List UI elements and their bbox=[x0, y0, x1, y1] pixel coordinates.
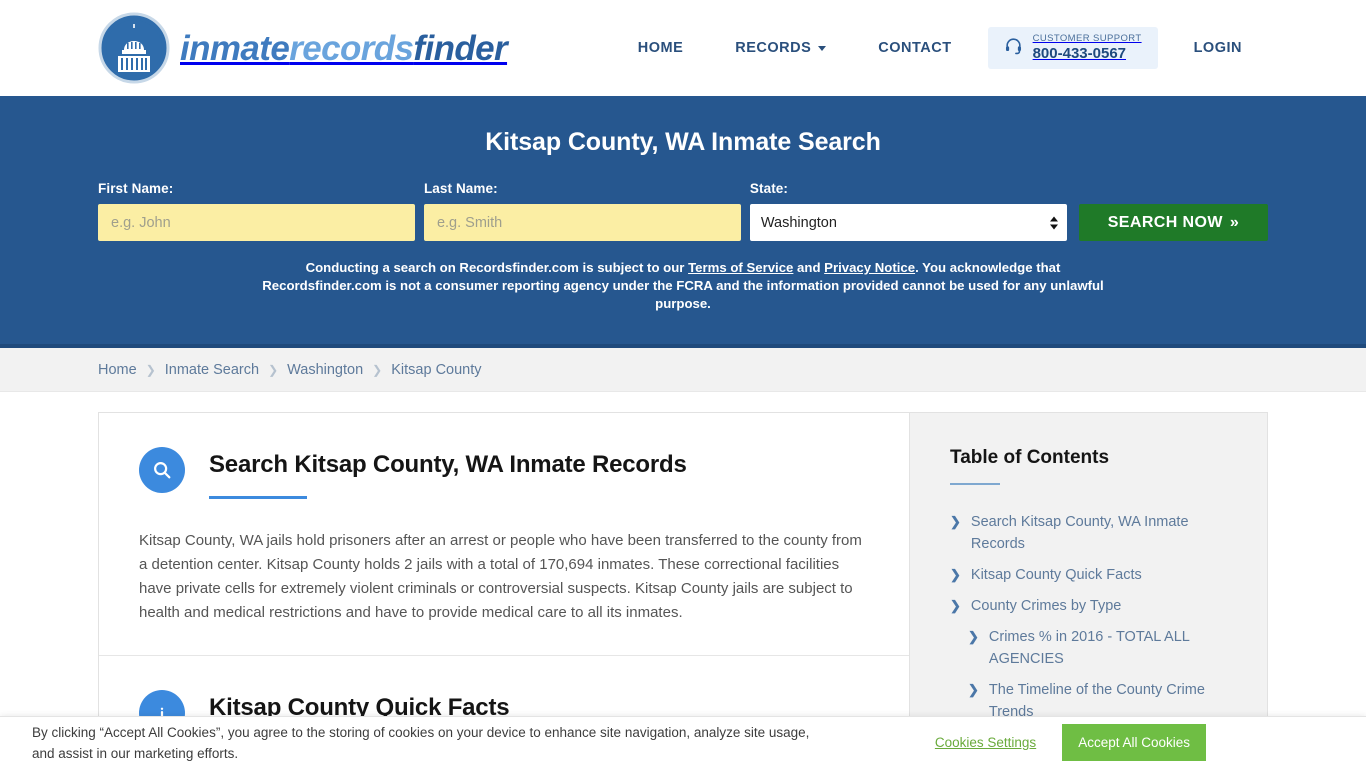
state-label: State: bbox=[749, 181, 789, 196]
site-header: inmaterecordsfinder HOME RECORDS CONTACT bbox=[0, 0, 1366, 96]
breadcrumb: Home ❯ Inmate Search ❯ Washington ❯ Kits… bbox=[0, 348, 1366, 392]
nav-records-label: RECORDS bbox=[735, 39, 812, 56]
headset-icon bbox=[1004, 36, 1023, 60]
table-of-contents: Table of Contents ❯ Search Kitsap County… bbox=[909, 412, 1268, 768]
chevron-right-icon: ❯ bbox=[268, 362, 279, 377]
chevron-down-icon bbox=[818, 46, 827, 52]
inmate-search-form: First Name: Last Name: State: Washington bbox=[98, 181, 1268, 241]
search-banner: Kitsap County, WA Inmate Search First Na… bbox=[0, 96, 1366, 348]
search-button-label: SEARCH NOW bbox=[1107, 213, 1223, 231]
toc-link[interactable]: Kitsap County Quick Facts bbox=[971, 564, 1142, 586]
first-name-input[interactable] bbox=[98, 204, 415, 241]
section-body-text: Kitsap County, WA jails hold prisoners a… bbox=[139, 531, 862, 621]
toc-title: Table of Contents bbox=[950, 447, 1110, 468]
terms-of-service-link[interactable]: Terms of Service bbox=[688, 260, 793, 275]
breadcrumb-item-inmate-search[interactable]: Inmate Search bbox=[165, 362, 259, 378]
page-title: Kitsap County, WA Inmate Search bbox=[485, 128, 881, 156]
toc-link[interactable]: Search Kitsap County, WA Inmate Records bbox=[971, 511, 1241, 555]
toc-item[interactable]: ❯ County Crimes by Type bbox=[950, 595, 1241, 617]
section-search-records: Search Kitsap County, WA Inmate Records … bbox=[99, 413, 909, 655]
nav-item-home[interactable]: HOME bbox=[612, 40, 710, 56]
first-name-field-group: First Name: bbox=[98, 181, 415, 241]
brand-wordmark: inmaterecordsfinder bbox=[180, 28, 508, 68]
toc-link[interactable]: County Crimes by Type bbox=[971, 595, 1121, 617]
chevron-right-icon: ❯ bbox=[372, 362, 383, 377]
nav-contact-label: CONTACT bbox=[878, 39, 952, 56]
double-chevron-right-icon: » bbox=[1229, 213, 1240, 231]
last-name-label: Last Name: bbox=[423, 181, 498, 196]
breadcrumb-item-washington[interactable]: Washington bbox=[287, 362, 363, 378]
main-content: Search Kitsap County, WA Inmate Records … bbox=[0, 412, 1366, 768]
toc-link[interactable]: Crimes % in 2016 - TOTAL ALL AGENCIES bbox=[989, 626, 1241, 670]
toc-underline bbox=[950, 483, 1000, 485]
support-label: CUSTOMER SUPPORT bbox=[1032, 32, 1142, 44]
privacy-notice-link[interactable]: Privacy Notice bbox=[824, 260, 915, 275]
nav-item-contact[interactable]: CONTACT bbox=[852, 40, 977, 56]
accept-all-cookies-button[interactable]: Accept All Cookies bbox=[1062, 724, 1206, 761]
nav-item-login[interactable]: LOGIN bbox=[1168, 40, 1268, 56]
chevron-right-icon: ❯ bbox=[968, 629, 979, 644]
toc-item[interactable]: ❯ Crimes % in 2016 - TOTAL ALL AGENCIES bbox=[950, 626, 1241, 670]
chevron-right-icon: ❯ bbox=[950, 567, 961, 582]
nav-login-label: LOGIN bbox=[1193, 39, 1242, 56]
chevron-right-icon: ❯ bbox=[968, 682, 979, 697]
magnifier-icon bbox=[139, 447, 185, 493]
breadcrumb-item-kitsap-county: Kitsap County bbox=[391, 361, 482, 378]
toc-item[interactable]: ❯ Kitsap County Quick Facts bbox=[950, 564, 1241, 586]
brand-logo[interactable]: inmaterecordsfinder bbox=[98, 12, 508, 84]
heading-underline bbox=[209, 495, 307, 499]
last-name-input[interactable] bbox=[423, 204, 741, 241]
page-root: inmaterecordsfinder HOME RECORDS CONTACT bbox=[0, 0, 1366, 768]
cookies-settings-button[interactable]: Cookies Settings bbox=[935, 735, 1036, 750]
disclaimer-pre: Conducting a search on Recordsfinder.com… bbox=[305, 260, 689, 275]
customer-support-button[interactable]: CUSTOMER SUPPORT 800-433-0567 bbox=[987, 26, 1158, 70]
toc-item[interactable]: ❯ Search Kitsap County, WA Inmate Record… bbox=[950, 511, 1241, 555]
section-heading: Search Kitsap County, WA Inmate Records bbox=[209, 451, 687, 478]
chevron-right-icon: ❯ bbox=[950, 598, 961, 613]
state-field-group: State: Washington bbox=[749, 181, 1067, 241]
chevron-right-icon: ❯ bbox=[145, 362, 156, 377]
brand-part-1: inmate bbox=[180, 28, 290, 68]
brand-part-3: finder bbox=[413, 28, 508, 68]
first-name-label: First Name: bbox=[98, 181, 174, 196]
state-select[interactable]: Washington bbox=[749, 204, 1067, 241]
cookie-message: By clicking “Accept All Cookies”, you ag… bbox=[32, 724, 810, 761]
support-phone: 800-433-0567 bbox=[1032, 44, 1127, 62]
search-now-button[interactable]: SEARCH NOW » bbox=[1078, 204, 1268, 241]
brand-part-2: records bbox=[289, 28, 414, 68]
last-name-field-group: Last Name: bbox=[423, 181, 741, 241]
nav-item-records[interactable]: RECORDS bbox=[709, 40, 852, 56]
disclaimer-mid: and bbox=[793, 260, 825, 275]
search-disclaimer: Conducting a search on Recordsfinder.com… bbox=[253, 259, 1113, 313]
capitol-dome-icon bbox=[98, 12, 170, 84]
main-navigation: HOME RECORDS CONTACT CUSTOMER SUPPORT 80… bbox=[612, 26, 1268, 70]
article-card: Search Kitsap County, WA Inmate Records … bbox=[98, 412, 909, 768]
chevron-right-icon: ❯ bbox=[950, 514, 961, 529]
cookie-consent-banner: By clicking “Accept All Cookies”, you ag… bbox=[0, 716, 1366, 768]
nav-home-label: HOME bbox=[637, 39, 684, 56]
breadcrumb-item-home[interactable]: Home bbox=[98, 362, 137, 378]
